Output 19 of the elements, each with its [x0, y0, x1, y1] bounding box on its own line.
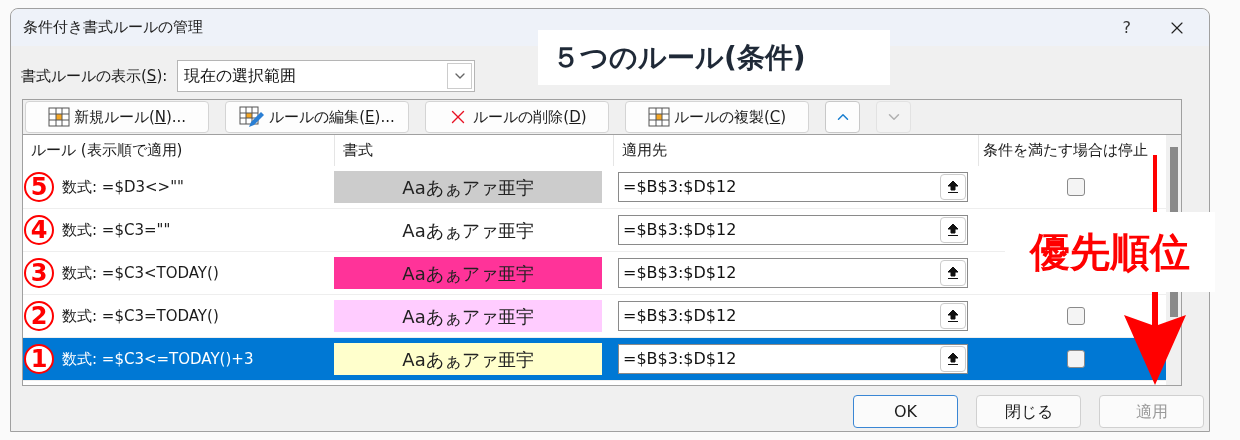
- annotation-tooltip: ５つのルール(条件): [538, 30, 890, 85]
- priority-number: 4: [24, 215, 54, 245]
- format-preview: Aaあぁアァ亜宇: [334, 171, 602, 203]
- format-preview: Aaあぁアァ亜宇: [334, 343, 602, 375]
- window-title: 条件付き書式ルールの管理: [23, 17, 203, 39]
- priority-number: 3: [24, 258, 54, 288]
- priority-number: 5: [24, 172, 54, 202]
- rule-formula: 数式: =$D3<>"": [62, 176, 184, 198]
- priority-number: 1: [24, 344, 54, 374]
- annotation-tooltip: 優先順位: [1005, 212, 1215, 292]
- rule-formula: 数式: =$C3<TODAY(): [62, 262, 219, 284]
- priority-number: 2: [24, 301, 54, 331]
- rule-formula: 数式: =$C3="": [62, 219, 171, 241]
- format-preview: Aaあぁアァ亜宇: [334, 300, 602, 332]
- format-preview: Aaあぁアァ亜宇: [334, 257, 602, 289]
- rule-formula: 数式: =$C3<=TODAY()+3: [62, 348, 254, 370]
- column-header: ルール (表示順で適用): [30, 140, 184, 162]
- rule-formula: 数式: =$C3=TODAY(): [62, 305, 219, 327]
- field-label: 書式ルールの表示(S):: [21, 65, 168, 87]
